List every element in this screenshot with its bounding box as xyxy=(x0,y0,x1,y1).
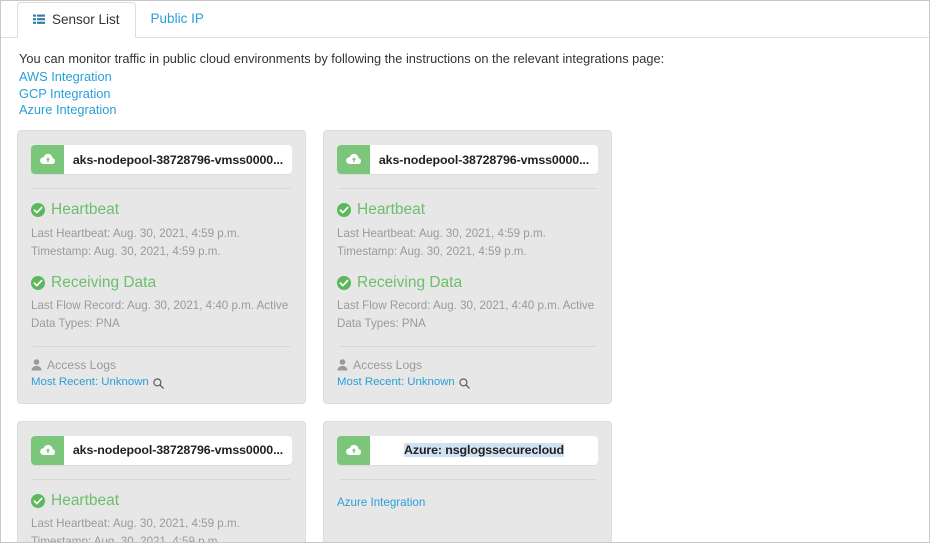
list-icon xyxy=(33,14,45,26)
tab-bar: Sensor List Public IP xyxy=(1,1,929,38)
tab-sensor-list-label: Sensor List xyxy=(52,13,120,27)
sensor-name-label: aks-nodepool-38728796-vmss0000... xyxy=(64,145,292,174)
sensor-card[interactable]: aks-nodepool-38728796-vmss0000... Heartb… xyxy=(323,130,612,403)
sensor-name-label: aks-nodepool-38728796-vmss0000... xyxy=(64,436,292,465)
person-icon xyxy=(337,359,348,371)
heartbeat-detail: Last Heartbeat: Aug. 30, 2021, 4:59 p.m.… xyxy=(337,225,598,261)
sensor-card-grid: aks-nodepool-38728796-vmss0000... Heartb… xyxy=(1,130,929,543)
search-icon[interactable] xyxy=(153,378,164,389)
most-recent-link[interactable]: Most Recent: Unknown xyxy=(31,377,149,388)
receiving-data-status: Receiving Data xyxy=(31,275,292,291)
heartbeat-status: Heartbeat xyxy=(31,493,292,509)
heartbeat-label: Heartbeat xyxy=(51,493,119,509)
sensor-card[interactable]: aks-nodepool-38728796-vmss0000... Heartb… xyxy=(17,130,306,403)
cloud-upload-icon xyxy=(31,145,64,174)
access-logs-label: Access Logs xyxy=(353,359,422,371)
sensor-name-label: Azure: nsglogssecurecloud xyxy=(370,436,598,465)
cloud-upload-icon xyxy=(337,145,370,174)
heartbeat-detail: Last Heartbeat: Aug. 30, 2021, 4:59 p.m.… xyxy=(31,225,292,261)
check-circle-icon xyxy=(337,276,351,290)
access-logs-row: Access Logs xyxy=(31,359,292,371)
receiving-data-detail: Last Flow Record: Aug. 30, 2021, 4:40 p.… xyxy=(337,297,598,333)
intro-section: You can monitor traffic in public cloud … xyxy=(1,38,929,118)
receiving-data-label: Receiving Data xyxy=(51,275,156,291)
sensor-name-chip[interactable]: aks-nodepool-38728796-vmss0000... xyxy=(31,436,292,465)
sensor-card[interactable]: aks-nodepool-38728796-vmss0000... Heartb… xyxy=(17,421,306,543)
cloud-upload-icon xyxy=(337,436,370,465)
heartbeat-status: Heartbeat xyxy=(337,202,598,218)
card-divider xyxy=(33,188,290,189)
most-recent-row[interactable]: Most Recent: Unknown xyxy=(31,377,292,388)
receiving-data-detail: Last Flow Record: Aug. 30, 2021, 4:40 p.… xyxy=(31,297,292,333)
sensor-list-page: Sensor List Public IP You can monitor tr… xyxy=(0,0,930,543)
azure-integration-link[interactable]: Azure Integration xyxy=(19,102,116,118)
sensor-name-chip[interactable]: aks-nodepool-38728796-vmss0000... xyxy=(337,145,598,174)
access-logs-label: Access Logs xyxy=(47,359,116,371)
heartbeat-status: Heartbeat xyxy=(31,202,292,218)
sensor-name-label: aks-nodepool-38728796-vmss0000... xyxy=(370,145,598,174)
most-recent-link[interactable]: Most Recent: Unknown xyxy=(337,377,455,388)
card-divider xyxy=(339,188,596,189)
most-recent-row[interactable]: Most Recent: Unknown xyxy=(337,377,598,388)
sensor-name-chip[interactable]: aks-nodepool-38728796-vmss0000... xyxy=(31,145,292,174)
check-circle-icon xyxy=(337,203,351,217)
intro-text: You can monitor traffic in public cloud … xyxy=(19,50,929,67)
tab-public-ip-label: Public IP xyxy=(151,12,204,26)
cloud-upload-icon xyxy=(31,436,64,465)
check-circle-icon xyxy=(31,494,45,508)
person-icon xyxy=(31,359,42,371)
tab-public-ip[interactable]: Public IP xyxy=(136,1,219,37)
azure-integration-card-link[interactable]: Azure Integration xyxy=(337,497,425,509)
receiving-data-label: Receiving Data xyxy=(357,275,462,291)
search-icon[interactable] xyxy=(459,378,470,389)
gcp-integration-link[interactable]: GCP Integration xyxy=(19,86,111,102)
receiving-data-status: Receiving Data xyxy=(337,275,598,291)
heartbeat-detail: Last Heartbeat: Aug. 30, 2021, 4:59 p.m.… xyxy=(31,515,292,543)
tab-sensor-list[interactable]: Sensor List xyxy=(17,2,136,38)
access-logs-row: Access Logs xyxy=(337,359,598,371)
card-divider xyxy=(339,346,596,347)
heartbeat-label: Heartbeat xyxy=(357,202,425,218)
card-divider xyxy=(33,479,290,480)
check-circle-icon xyxy=(31,276,45,290)
aws-integration-link[interactable]: AWS Integration xyxy=(19,69,112,85)
heartbeat-label: Heartbeat xyxy=(51,202,119,218)
card-divider xyxy=(33,346,290,347)
card-divider xyxy=(339,479,596,480)
check-circle-icon xyxy=(31,203,45,217)
sensor-card[interactable]: Azure: nsglogssecurecloud Azure Integrat… xyxy=(323,421,612,543)
sensor-name-chip[interactable]: Azure: nsglogssecurecloud xyxy=(337,436,598,465)
